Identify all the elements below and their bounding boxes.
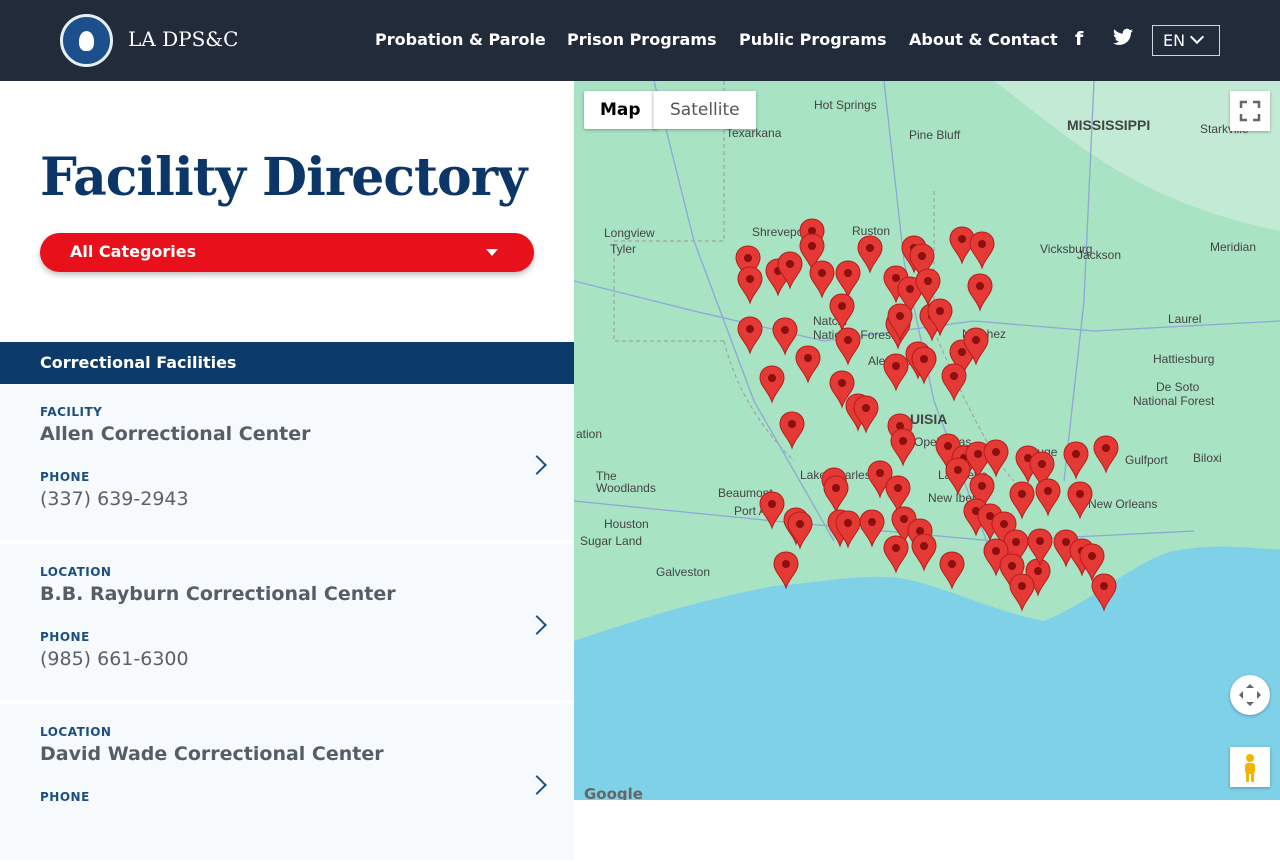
map-label: Longview	[604, 226, 655, 240]
nav-public-programs[interactable]: Public Programs	[739, 30, 887, 49]
map-label: Woodlands	[596, 481, 656, 495]
section-header: Correctional Facilities	[0, 342, 574, 384]
facility-label: FACILITY	[40, 405, 103, 419]
facebook-icon[interactable]: f	[1075, 28, 1083, 50]
facility-label: LOCATION	[40, 725, 112, 739]
facility-name: B.B. Rayburn Correctional Center	[40, 583, 396, 605]
state-seal-logo[interactable]	[60, 14, 113, 67]
chevron-right-icon[interactable]	[527, 775, 547, 795]
map-label: De Soto	[1156, 380, 1200, 394]
map-label: National Forest	[1133, 394, 1215, 408]
phone-label: PHONE	[40, 630, 90, 644]
facility-phone[interactable]: (985) 661-6300	[40, 648, 189, 670]
map-label: New Orleans	[1088, 497, 1157, 511]
map-label: Hattiesburg	[1153, 352, 1214, 366]
map-label: MISSISSIPPI	[1067, 117, 1150, 133]
language-value: EN	[1163, 31, 1186, 50]
facility-card[interactable]: LOCATION David Wade Correctional Center …	[0, 704, 574, 862]
pegman-icon	[1245, 754, 1255, 782]
tab-satellite[interactable]: Satellite	[653, 91, 756, 129]
map-label: Galveston	[656, 565, 710, 579]
map-canvas[interactable]: Hot SpringsPine BluffOxfordTupTexarkanaM…	[574, 81, 1280, 800]
map-label: ation	[576, 427, 602, 441]
map-label: Biloxi	[1193, 451, 1222, 465]
chevron-right-icon[interactable]	[527, 615, 547, 635]
chevron-right-icon[interactable]	[527, 455, 547, 475]
camera-control-button[interactable]	[1230, 675, 1270, 715]
tab-map[interactable]: Map	[584, 91, 657, 129]
map-label: UISIA	[910, 411, 947, 427]
directory-panel: Facility Directory All Categories Correc…	[0, 81, 574, 862]
map-label: Meridian	[1210, 240, 1256, 254]
nav-prison-programs[interactable]: Prison Programs	[567, 30, 717, 49]
fullscreen-icon	[1239, 100, 1261, 122]
facility-phone[interactable]: (337) 639-2943	[40, 488, 189, 510]
google-logo: Google	[584, 785, 643, 800]
facility-card[interactable]: LOCATION B.B. Rayburn Correctional Cente…	[0, 544, 574, 702]
map-label: Pine Bluff	[909, 128, 961, 142]
phone-label: PHONE	[40, 790, 90, 804]
phone-label: PHONE	[40, 470, 90, 484]
move-icon	[1239, 684, 1261, 706]
street-view-pegman[interactable]	[1230, 747, 1270, 787]
language-select[interactable]: EN	[1152, 25, 1220, 56]
facility-card[interactable]: FACILITY Allen Correctional Center PHONE…	[0, 384, 574, 542]
map-label: Jackson	[1077, 248, 1121, 262]
fullscreen-button[interactable]	[1230, 91, 1270, 131]
caret-down-icon	[486, 249, 498, 262]
map-label: Houston	[604, 517, 649, 531]
category-select-value: All Categories	[70, 242, 197, 261]
map-label: Gulfport	[1125, 453, 1168, 467]
brand-name[interactable]: LA DPS&C	[128, 27, 238, 51]
category-select[interactable]: All Categories	[40, 233, 534, 272]
twitter-icon[interactable]	[1113, 28, 1133, 51]
site-header: LA DPS&C Probation & Parole Prison Progr…	[0, 0, 1280, 81]
map-label: Hot Springs	[814, 98, 877, 112]
facility-name: David Wade Correctional Center	[40, 743, 384, 765]
map-label: Sugar Land	[580, 534, 642, 548]
nav-probation-parole[interactable]: Probation & Parole	[375, 30, 546, 49]
page-title: Facility Directory	[40, 147, 527, 208]
map-label: Tyler	[610, 242, 636, 256]
facility-label: LOCATION	[40, 565, 112, 579]
nav-about-contact[interactable]: About & Contact	[909, 30, 1058, 49]
map-label: Laurel	[1168, 312, 1201, 326]
chevron-down-icon	[1189, 29, 1205, 45]
facility-map[interactable]: Hot SpringsPine BluffOxfordTupTexarkanaM…	[574, 81, 1280, 800]
facility-name: Allen Correctional Center	[40, 423, 311, 445]
